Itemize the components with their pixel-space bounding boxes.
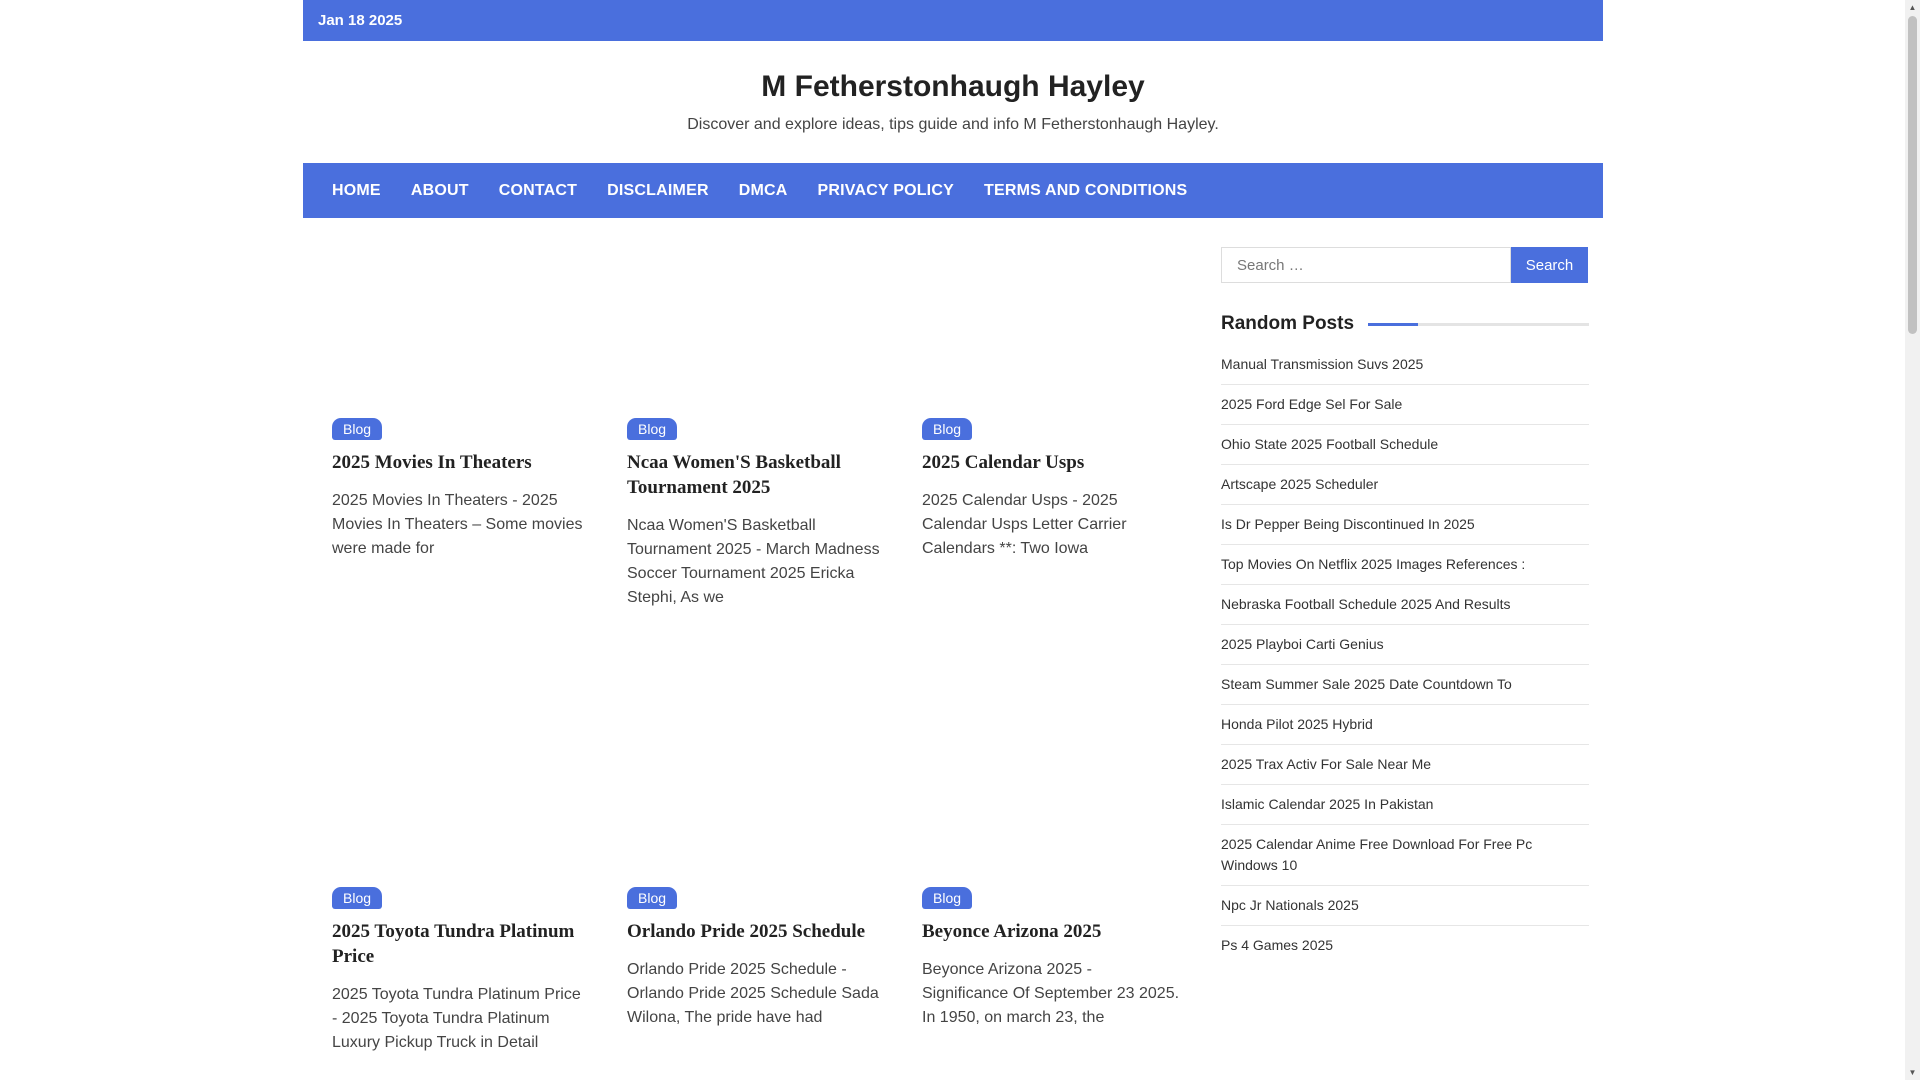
random-post-link[interactable]: Is Dr Pepper Being Discontinued In 2025: [1221, 505, 1589, 545]
nav-about[interactable]: ABOUT: [396, 182, 484, 200]
category-badge[interactable]: Blog: [627, 887, 678, 909]
nav-dmca[interactable]: DMCA: [724, 182, 803, 200]
post-card: Blog 2025 Calendar Usps 2025 Calendar Us…: [922, 218, 1180, 561]
random-posts-title: Random Posts: [1221, 313, 1355, 334]
scroll-up-arrow-icon[interactable]: ▲: [1905, 0, 1920, 15]
sidebar: Search Random Posts Manual Transmission …: [1221, 247, 1589, 965]
post-title[interactable]: Orlando Pride 2025 Schedule: [627, 919, 885, 944]
random-posts-header: Random Posts: [1221, 313, 1589, 335]
site-description: Discover and explore ideas, tips guide a…: [687, 116, 1219, 133]
category-badge[interactable]: Blog: [332, 887, 383, 909]
site-header: M Fetherstonhaugh Hayley Discover and ex…: [303, 41, 1603, 163]
post-card: Blog 2025 Movies In Theaters 2025 Movies…: [332, 218, 590, 561]
search-button[interactable]: Search: [1511, 247, 1588, 283]
post-title[interactable]: 2025 Toyota Tundra Platinum Price: [332, 919, 590, 969]
post-thumbnail[interactable]: [332, 687, 590, 887]
post-excerpt: 2025 Calendar Usps - 2025 Calendar Usps …: [922, 492, 1127, 557]
nav-privacy-policy[interactable]: PRIVACY POLICY: [803, 182, 969, 200]
current-date: Jan 18 2025: [318, 12, 403, 29]
random-post-link[interactable]: Top Movies On Netflix 2025 Images Refere…: [1221, 545, 1589, 585]
post-excerpt: Beyonce Arizona 2025 - Significance Of S…: [922, 961, 1180, 1026]
post-title[interactable]: 2025 Calendar Usps: [922, 450, 1180, 475]
category-badge[interactable]: Blog: [627, 418, 678, 440]
post-card: Blog Beyonce Arizona 2025 Beyonce Arizon…: [922, 687, 1180, 1030]
vertical-scrollbar[interactable]: ▲ ▼: [1905, 0, 1920, 1080]
title-divider: [1368, 322, 1589, 326]
post-excerpt: Orlando Pride 2025 Schedule - Orlando Pr…: [627, 961, 879, 1026]
random-post-link[interactable]: Islamic Calendar 2025 In Pakistan: [1221, 785, 1589, 825]
scrollbar-thumb[interactable]: [1908, 16, 1917, 334]
nav-contact[interactable]: CONTACT: [484, 182, 592, 200]
random-posts-list: Manual Transmission Suvs 2025 2025 Ford …: [1221, 345, 1589, 965]
category-badge[interactable]: Blog: [922, 887, 973, 909]
post-excerpt: 2025 Toyota Tundra Platinum Price - 2025…: [332, 986, 581, 1051]
random-post-link[interactable]: Npc Jr Nationals 2025: [1221, 886, 1589, 926]
search-input[interactable]: [1221, 247, 1511, 283]
post-thumbnail[interactable]: [332, 218, 590, 418]
nav-home[interactable]: HOME: [317, 182, 396, 200]
random-post-link[interactable]: Nebraska Football Schedule 2025 And Resu…: [1221, 585, 1589, 625]
nav-terms-and-conditions[interactable]: TERMS AND CONDITIONS: [969, 182, 1202, 200]
post-thumbnail[interactable]: [922, 687, 1180, 887]
page: Jan 18 2025 M Fetherstonhaugh Hayley Dis…: [303, 0, 1603, 1080]
random-post-link[interactable]: Steam Summer Sale 2025 Date Countdown To: [1221, 665, 1589, 705]
post-title[interactable]: 2025 Movies In Theaters: [332, 450, 590, 475]
post-excerpt: Ncaa Women'S Basketball Tournament 2025 …: [627, 517, 880, 606]
random-post-link[interactable]: Manual Transmission Suvs 2025: [1221, 345, 1589, 385]
post-thumbnail[interactable]: [922, 218, 1180, 418]
post-title[interactable]: Ncaa Women'S Basketball Tournament 2025: [627, 450, 885, 500]
random-post-link[interactable]: Honda Pilot 2025 Hybrid: [1221, 705, 1589, 745]
random-post-link[interactable]: 2025 Calendar Anime Free Download For Fr…: [1221, 825, 1589, 886]
post-thumbnail[interactable]: [627, 687, 885, 887]
post-thumbnail[interactable]: [627, 218, 885, 418]
random-post-link[interactable]: Artscape 2025 Scheduler: [1221, 465, 1589, 505]
nav-disclaimer[interactable]: DISCLAIMER: [592, 182, 724, 200]
scroll-down-arrow-icon[interactable]: ▼: [1905, 1065, 1920, 1080]
random-post-link[interactable]: 2025 Playboi Carti Genius: [1221, 625, 1589, 665]
site-title[interactable]: M Fetherstonhaugh Hayley: [761, 70, 1144, 104]
post-card: Blog Orlando Pride 2025 Schedule Orlando…: [627, 687, 885, 1030]
category-badge[interactable]: Blog: [922, 418, 973, 440]
post-card: Blog Ncaa Women'S Basketball Tournament …: [627, 218, 885, 610]
post-card: Blog 2025 Toyota Tundra Platinum Price 2…: [332, 687, 590, 1055]
random-post-link[interactable]: 2025 Ford Edge Sel For Sale: [1221, 385, 1589, 425]
post-excerpt: 2025 Movies In Theaters - 2025 Movies In…: [332, 492, 583, 557]
top-bar: Jan 18 2025: [303, 0, 1603, 41]
random-post-link[interactable]: Ohio State 2025 Football Schedule: [1221, 425, 1589, 465]
random-post-link[interactable]: 2025 Trax Activ For Sale Near Me: [1221, 745, 1589, 785]
main-navigation: HOME ABOUT CONTACT DISCLAIMER DMCA PRIVA…: [303, 163, 1603, 218]
random-post-link[interactable]: Ps 4 Games 2025: [1221, 926, 1589, 965]
post-title[interactable]: Beyonce Arizona 2025: [922, 919, 1180, 944]
category-badge[interactable]: Blog: [332, 418, 383, 440]
search-form: Search: [1221, 247, 1589, 283]
